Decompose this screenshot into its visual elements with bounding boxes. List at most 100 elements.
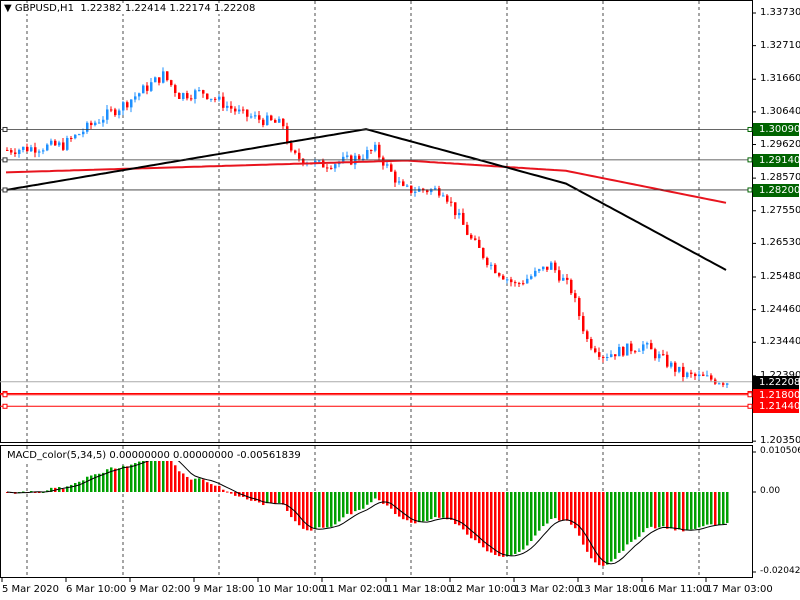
macd-histogram-bar (138, 461, 141, 492)
candle-body (426, 190, 429, 193)
macd-histogram-bar (526, 492, 529, 546)
candle-body (494, 264, 497, 274)
candle-body (210, 98, 213, 100)
macd-histogram-bar (666, 492, 669, 529)
candle-body (634, 351, 637, 353)
macd-histogram-bar (514, 492, 517, 554)
macd-histogram-bar (690, 492, 693, 530)
macd-label: MACD_color(5,34,5) (7, 450, 107, 461)
candle-body (266, 115, 269, 126)
candle-body (166, 71, 169, 81)
macd-histogram-bar (662, 492, 665, 527)
candle-body (30, 147, 33, 152)
candle-body (598, 352, 601, 357)
candle-body (406, 185, 409, 187)
candle-body (318, 160, 321, 162)
level-price-tag: 1.30090 (753, 123, 800, 137)
price-axis-label: 1.31660 (760, 73, 800, 85)
chart-window[interactable]: ▼ GBPUSD,H1 1.22382 1.22414 1.22174 1.22… (0, 0, 800, 600)
candle-body (18, 149, 21, 154)
candle-body (566, 277, 569, 280)
macd-histogram-bar (114, 468, 117, 492)
candle-body (510, 279, 513, 283)
macd-histogram-bar (694, 492, 697, 529)
candle-body (178, 92, 181, 99)
macd-histogram-bar (286, 492, 289, 511)
candle-body (170, 80, 173, 86)
chart-canvas[interactable] (0, 0, 800, 600)
macd-histogram-bar (378, 492, 381, 501)
macd-histogram-bar (654, 492, 657, 529)
candle-body (654, 349, 657, 359)
candle-body (326, 167, 329, 169)
candle-body (78, 134, 81, 136)
macd-histogram-bar (482, 492, 485, 548)
macd-histogram-bar (182, 473, 185, 492)
macd-histogram-bar (502, 492, 505, 557)
macd-histogram-bar (430, 492, 433, 520)
macd-histogram-bar (122, 465, 125, 492)
macd-histogram-bar (146, 459, 149, 492)
candle-body (454, 202, 457, 216)
candle-body (190, 98, 193, 100)
candle-body (70, 137, 73, 139)
macd-histogram-bar (674, 492, 677, 531)
time-axis-label: 9 Mar 02:00 (130, 584, 191, 595)
candle-body (214, 98, 217, 100)
macd-histogram-bar (346, 492, 349, 514)
macd-histogram-bar (438, 492, 441, 518)
candle-body (238, 109, 241, 112)
macd-histogram-bar (130, 464, 133, 492)
candle-body (282, 118, 285, 127)
candle-body (414, 191, 417, 193)
candle-body (482, 247, 485, 258)
price-axis-label: 1.29620 (760, 138, 800, 150)
moving-average-red (5, 159, 727, 204)
candle-body (722, 383, 725, 385)
candle-body (542, 266, 545, 270)
candle-body (162, 71, 165, 83)
macd-histogram-bar (134, 463, 137, 492)
macd-histogram-bar (670, 492, 673, 529)
candle-body (6, 149, 9, 151)
macd-value-1: 0.00000000 (109, 450, 170, 461)
macd-histogram-bar (570, 492, 573, 525)
time-axis-label: 13 Mar 02:00 (514, 584, 581, 595)
time-axis-label: 10 Mar 10:00 (258, 584, 325, 595)
price-axis-label: 1.23440 (760, 336, 800, 348)
macd-histogram-bar (358, 492, 361, 510)
candle-body (230, 105, 233, 109)
time-axis-label: 13 Mar 18:00 (578, 584, 645, 595)
candle-body (638, 350, 641, 352)
macd-histogram-bar (166, 456, 169, 492)
macd-histogram-bar (658, 492, 661, 528)
macd-histogram-bar (530, 492, 533, 542)
macd-histogram-bar (234, 492, 237, 496)
candle-body (498, 273, 501, 276)
candle-body (522, 283, 525, 285)
candle-body (278, 118, 281, 123)
macd-histogram-bar (398, 492, 401, 517)
candle-body (682, 366, 685, 377)
candle-body (630, 343, 633, 352)
macd-histogram-bar (686, 492, 689, 531)
candle-body (234, 108, 237, 112)
candle-body (66, 137, 69, 150)
candle-body (474, 238, 477, 240)
price-axis-label: 1.30640 (760, 105, 800, 117)
macd-histogram-bar (402, 492, 405, 520)
candle-body (698, 374, 701, 377)
candle-body (150, 82, 153, 91)
candle-body (106, 109, 109, 120)
macd-histogram-bar (78, 481, 81, 492)
macd-histogram-bar (558, 492, 561, 521)
candle-body (646, 343, 649, 345)
candle-body (246, 109, 249, 117)
macd-histogram-bar (634, 492, 637, 540)
macd-histogram-bar (298, 492, 301, 526)
time-axis-label: 11 Mar 02:00 (322, 584, 389, 595)
candle-body (262, 119, 265, 126)
candle-body (614, 354, 617, 357)
candle-body (718, 383, 721, 385)
macd-histogram-bar (310, 492, 313, 531)
